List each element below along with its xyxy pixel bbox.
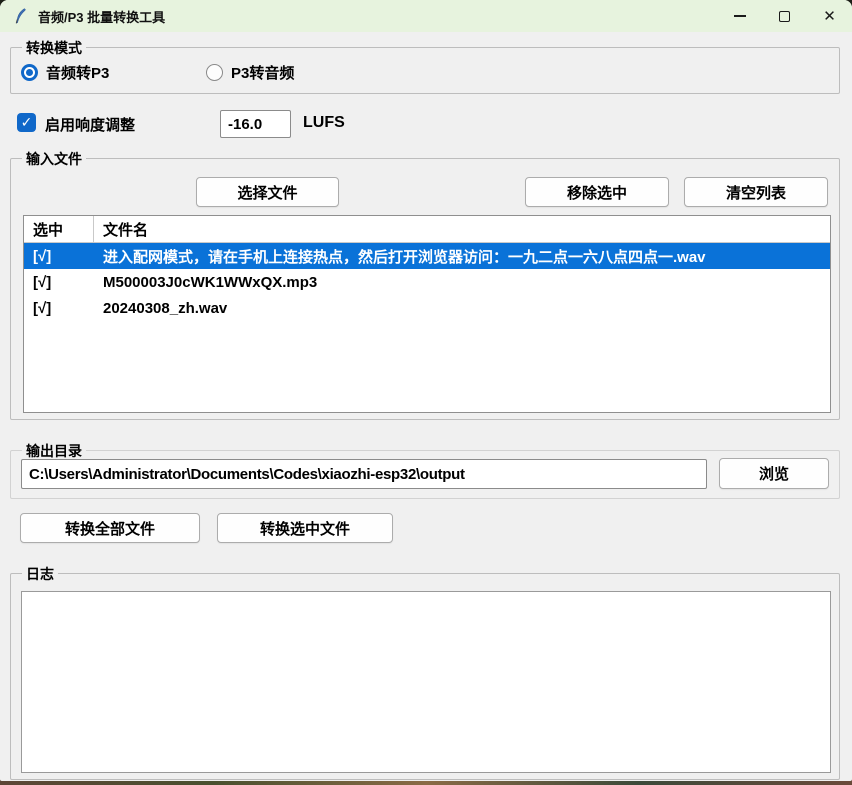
convert-all-button[interactable]: 转换全部文件 — [20, 513, 200, 543]
titlebar: 音频/P3 批量转换工具 ✕ — [0, 0, 852, 32]
log-textarea[interactable] — [21, 591, 831, 773]
convert-selected-button[interactable]: 转换选中文件 — [217, 513, 393, 543]
minimize-button[interactable] — [717, 0, 762, 32]
input-files-groupbox: 输入文件 选择文件 移除选中 清空列表 选中 文件名 [√] 进入配网模式，请在… — [10, 158, 840, 420]
close-button[interactable]: ✕ — [807, 0, 852, 32]
loudness-value-input[interactable] — [220, 110, 291, 138]
python-feather-icon — [13, 8, 29, 24]
row-checked: [√] — [24, 269, 94, 295]
row-filename: 进入配网模式，请在手机上连接热点，然后打开浏览器访问：一九二点一六八点四点一.w… — [94, 243, 830, 269]
mode-group-label: 转换模式 — [22, 38, 86, 58]
loudness-checkbox[interactable]: ✓ — [17, 113, 36, 132]
table-row[interactable]: [√] 进入配网模式，请在手机上连接热点，然后打开浏览器访问：一九二点一六八点四… — [24, 243, 830, 269]
remove-selected-button[interactable]: 移除选中 — [525, 177, 669, 207]
radio-p3-to-audio-label: P3转音频 — [231, 62, 294, 83]
output-dir-groupbox: 输出目录 浏览 — [10, 450, 840, 499]
radio-selected-icon — [21, 64, 38, 81]
log-groupbox: 日志 — [10, 573, 840, 780]
radio-audio-to-p3-label: 音频转P3 — [46, 62, 109, 83]
log-label: 日志 — [22, 564, 58, 584]
loudness-row: ✓ 启用响度调整 LUFS — [0, 108, 852, 142]
file-table-header: 选中 文件名 — [24, 216, 830, 243]
radio-unselected-icon — [206, 64, 223, 81]
row-filename: M500003J0cWK1WWxQX.mp3 — [94, 269, 830, 295]
minimize-icon — [734, 15, 746, 17]
file-table: 选中 文件名 [√] 进入配网模式，请在手机上连接热点，然后打开浏览器访问：一九… — [23, 215, 831, 413]
window-title: 音频/P3 批量转换工具 — [38, 7, 165, 26]
lufs-unit-label: LUFS — [303, 114, 345, 132]
clear-list-button[interactable]: 清空列表 — [684, 177, 828, 207]
browse-button[interactable]: 浏览 — [719, 458, 829, 489]
output-dir-label: 输出目录 — [22, 441, 86, 461]
row-checked: [√] — [24, 243, 94, 269]
maximize-icon — [779, 11, 790, 22]
close-icon: ✕ — [823, 9, 836, 24]
loudness-checkbox-label: 启用响度调整 — [45, 114, 135, 135]
radio-audio-to-p3[interactable]: 音频转P3 — [21, 62, 109, 83]
row-filename: 20240308_zh.wav — [94, 295, 830, 321]
radio-p3-to-audio[interactable]: P3转音频 — [206, 62, 294, 83]
mode-groupbox: 转换模式 音频转P3 P3转音频 — [10, 47, 840, 94]
header-checked[interactable]: 选中 — [24, 216, 94, 242]
app-window: 音频/P3 批量转换工具 ✕ 转换模式 音频转P3 P3转音频 ✓ 启用响度调整… — [0, 0, 852, 781]
select-files-button[interactable]: 选择文件 — [196, 177, 339, 207]
table-row[interactable]: [√] M500003J0cWK1WWxQX.mp3 — [24, 269, 830, 295]
table-row[interactable]: [√] 20240308_zh.wav — [24, 295, 830, 321]
row-checked: [√] — [24, 295, 94, 321]
maximize-button[interactable] — [762, 0, 807, 32]
header-filename[interactable]: 文件名 — [94, 216, 830, 242]
output-dir-input[interactable] — [21, 459, 707, 489]
input-files-label: 输入文件 — [22, 149, 86, 169]
